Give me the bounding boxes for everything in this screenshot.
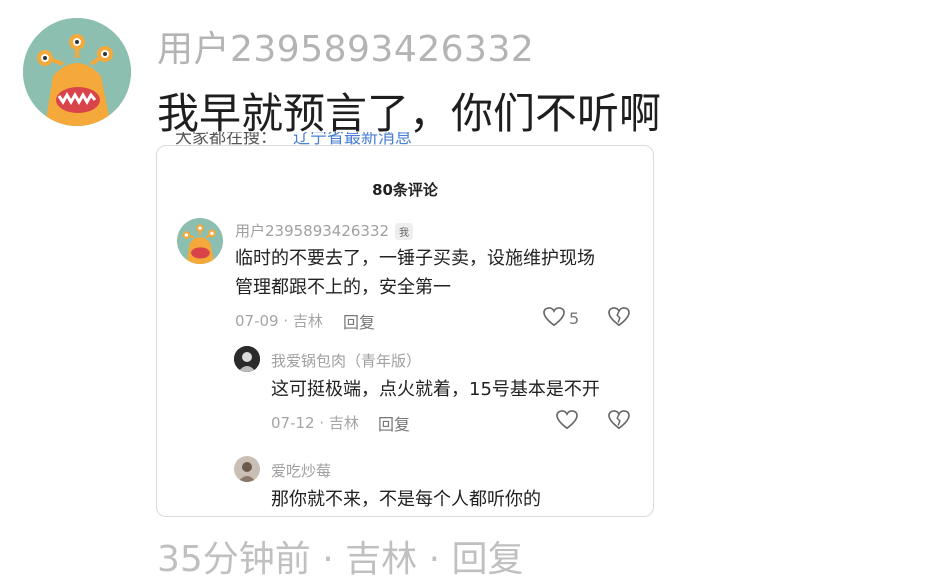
like-count: 5 [569,309,580,328]
comment-screenshot-card: 80条评论 用户2395893426332 我 临时的不要去了，一锤子买卖，设施… [156,145,654,517]
comment-meta: 07-12 · 吉林 [271,414,359,432]
comment-text-line: 临时的不要去了，一锤子买卖，设施维护现场 [235,248,595,269]
reply-button[interactable]: 回复 [378,411,410,435]
user-avatar-icon [234,456,260,482]
comment-username[interactable]: 爱吃炒莓 [271,460,331,481]
comment-username[interactable]: 我爱锅包肉（青年版） [271,350,421,371]
search-hint-label: 大家都在搜： [175,132,277,146]
monster-avatar-icon [23,18,131,126]
comment-text-line: 这可挺极端，点火就着，15号基本是不开 [271,379,600,400]
avatar[interactable] [177,218,223,264]
cropped-search-hint: 大家都在搜： 辽宁省最新消息 [175,132,475,146]
avatar[interactable] [234,456,260,482]
search-hint-link[interactable]: 辽宁省最新消息 [293,132,412,146]
user-avatar-icon [234,346,260,372]
dislike-broken-heart-icon[interactable] [608,410,630,430]
reply-button[interactable]: 回复 [343,309,375,333]
like-heart-icon[interactable] [543,307,565,327]
monster-avatar-icon [177,218,223,264]
comment-meta: 07-09 · 吉林 [235,312,323,330]
comment-text-line: 管理都跟不上的，安全第一 [235,277,451,298]
self-badge: 我 [395,223,413,240]
dislike-broken-heart-icon[interactable] [608,307,630,327]
comment-text-line: 那你就不来，不是每个人都听你的 [271,489,541,510]
comment-username[interactable]: 用户2395893426332 [235,220,389,241]
cropped-post-meta: 35分钟前 · 吉林 · 回复 [157,539,524,580]
comment-count-title: 80条评论 [372,181,438,199]
avatar[interactable] [23,18,131,126]
avatar[interactable] [234,346,260,372]
like-heart-icon[interactable] [556,410,578,430]
post-username[interactable]: 用户2395893426332 [157,20,534,72]
